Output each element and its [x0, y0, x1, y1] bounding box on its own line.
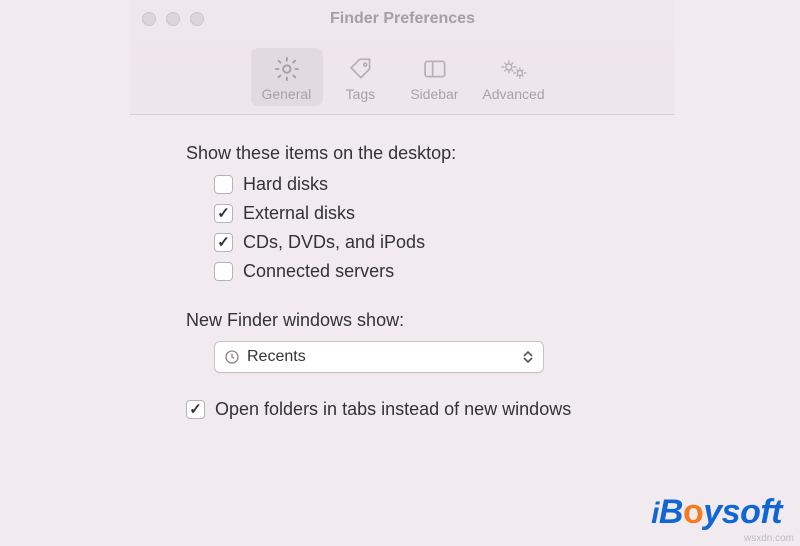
new-finder-windows-label: New Finder windows show: — [186, 310, 645, 331]
checkbox-external-disks[interactable]: External disks — [214, 203, 645, 224]
checkbox-icon — [214, 233, 233, 252]
watermark-source: wsxdn.com — [744, 533, 794, 544]
checkbox-label: Open folders in tabs instead of new wind… — [215, 399, 571, 420]
tab-advanced-label: Advanced — [482, 86, 544, 102]
checkbox-icon — [186, 400, 205, 419]
checkbox-icon — [214, 204, 233, 223]
checkbox-open-in-tabs[interactable]: Open folders in tabs instead of new wind… — [186, 399, 645, 420]
checkbox-cds-dvds-ipods[interactable]: CDs, DVDs, and iPods — [214, 232, 645, 253]
desktop-items-list: Hard disks External disks CDs, DVDs, and… — [186, 174, 645, 282]
gear-icon — [272, 54, 300, 84]
preferences-content: Show these items on the desktop: Hard di… — [130, 115, 675, 440]
tab-tags[interactable]: Tags — [324, 48, 396, 106]
sidebar-icon — [421, 54, 447, 84]
watermark-logo: iBoysoft — [651, 493, 782, 532]
window-title: Finder Preferences — [130, 10, 675, 28]
tab-advanced[interactable]: Advanced — [472, 48, 554, 106]
checkbox-label: Hard disks — [243, 174, 328, 195]
preference-tabs: General Tags Sidebar — [250, 48, 554, 106]
checkbox-label: External disks — [243, 203, 355, 224]
checkbox-label: Connected servers — [243, 261, 394, 282]
tab-sidebar-label: Sidebar — [410, 86, 458, 102]
gears-icon — [499, 54, 529, 84]
tab-general[interactable]: General — [250, 48, 322, 106]
checkbox-connected-servers[interactable]: Connected servers — [214, 261, 645, 282]
window-toolbar: Finder Preferences General — [130, 0, 675, 115]
checkbox-label: CDs, DVDs, and iPods — [243, 232, 425, 253]
tab-general-label: General — [261, 86, 311, 102]
checkbox-icon — [214, 175, 233, 194]
tab-tags-label: Tags — [346, 86, 376, 102]
clock-icon — [223, 348, 241, 366]
tag-icon — [347, 54, 373, 84]
tab-sidebar[interactable]: Sidebar — [398, 48, 470, 106]
checkbox-hard-disks[interactable]: Hard disks — [214, 174, 645, 195]
new-finder-windows-select-wrap: Recents — [186, 341, 645, 373]
preferences-window: Finder Preferences General — [130, 0, 675, 440]
desktop-items-label: Show these items on the desktop: — [186, 143, 645, 164]
checkbox-icon — [214, 262, 233, 281]
new-finder-windows-select[interactable]: Recents — [214, 341, 544, 373]
updown-arrows-icon — [521, 351, 535, 363]
select-value: Recents — [247, 348, 521, 366]
